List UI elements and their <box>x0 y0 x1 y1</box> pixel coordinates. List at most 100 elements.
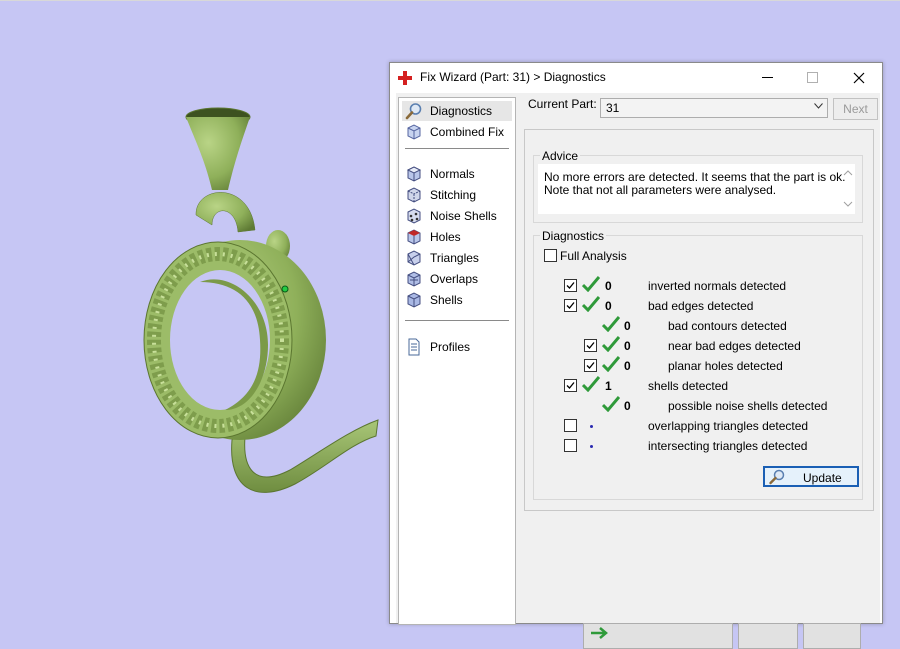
nav-item-label: Noise Shells <box>430 209 497 223</box>
close-dialog-button[interactable] <box>738 623 798 649</box>
bad-edges-checkbox[interactable] <box>564 299 577 312</box>
stitching-cube-icon <box>407 187 421 203</box>
next-button-label: Next <box>843 102 868 116</box>
row-label: shells detected <box>648 379 729 393</box>
full-analysis-label: Full Analysis <box>560 249 627 263</box>
holes-cube-icon <box>407 229 421 245</box>
wizard-nav: Diagnostics Combined Fix Normals Stitchi… <box>398 97 516 625</box>
nav-item-overlaps[interactable]: Overlaps <box>402 269 512 289</box>
row-label: planar holes detected <box>668 359 783 373</box>
green-check-icon <box>602 336 620 352</box>
overlaps-cube-icon <box>407 271 421 287</box>
advice-text: No more errors are detected. It seems th… <box>544 171 845 197</box>
green-check-icon <box>602 356 620 372</box>
nav-separator <box>405 320 509 321</box>
nav-item-profiles[interactable]: Profiles <box>402 337 512 357</box>
planar-holes-checkbox[interactable] <box>584 359 597 372</box>
row-count: 0 <box>605 279 612 293</box>
nav-item-noise-shells[interactable]: Noise Shells <box>402 206 512 226</box>
row-label: intersecting triangles detected <box>648 439 808 453</box>
row-count: 0 <box>624 319 631 333</box>
dialog-body: Diagnostics Combined Fix Normals Stitchi… <box>396 93 880 649</box>
maximize-button[interactable] <box>790 63 836 93</box>
triangles-cube-icon <box>407 250 421 266</box>
nav-item-label: Triangles <box>430 251 479 265</box>
nav-item-label: Normals <box>430 167 475 181</box>
close-icon <box>853 72 865 84</box>
dialog-title: Fix Wizard (Part: 31) > Diagnostics <box>420 70 606 84</box>
row-count: 0 <box>605 299 612 313</box>
advice-line1: No more errors are detected. It seems th… <box>544 170 846 184</box>
pending-dot-icon <box>590 445 593 448</box>
row-label: near bad edges detected <box>668 339 801 353</box>
nav-item-holes[interactable]: Holes <box>402 227 512 247</box>
green-check-icon <box>602 316 620 332</box>
advice-textbox[interactable]: No more errors are detected. It seems th… <box>538 164 855 214</box>
scroll-down-icon[interactable] <box>843 199 853 209</box>
maximize-icon <box>807 72 818 83</box>
normals-cube-icon <box>406 166 422 182</box>
nav-item-label: Overlaps <box>430 272 479 286</box>
row-label: inverted normals detected <box>648 279 787 293</box>
arrow-right-icon <box>591 627 608 639</box>
row-count: 1 <box>605 379 612 393</box>
green-check-icon <box>582 296 600 312</box>
red-cross-icon <box>398 71 412 85</box>
diagnostics-title: Diagnostics <box>540 229 607 243</box>
advice-line2: Note that not all parameters were analys… <box>544 183 777 197</box>
advice-group: Advice No more errors are detected. It s… <box>533 149 863 223</box>
help-button[interactable] <box>803 623 861 649</box>
update-button[interactable]: Update <box>763 466 859 487</box>
diagnostics-group: Diagnostics Full Analysis 0 inverted nor… <box>533 229 863 500</box>
shells-cube-icon <box>407 292 421 308</box>
document-icon <box>408 338 420 356</box>
minimize-icon <box>762 77 773 78</box>
nav-item-label: Shells <box>430 293 463 307</box>
minimize-button[interactable] <box>745 63 791 93</box>
next-button[interactable]: Next <box>833 98 878 120</box>
row-count: 0 <box>624 399 631 413</box>
follow-advice-button[interactable] <box>583 623 733 649</box>
row-label: possible noise shells detected <box>668 399 828 413</box>
near-bad-edges-checkbox[interactable] <box>584 339 597 352</box>
full-analysis-checkbox[interactable] <box>544 249 557 262</box>
pending-dot-icon <box>590 425 593 428</box>
nav-item-combined-fix[interactable]: Combined Fix <box>402 122 512 142</box>
green-check-icon <box>582 276 600 292</box>
cube-icon <box>407 124 421 140</box>
magnifier-icon <box>769 469 785 485</box>
row-label: overlapping triangles detected <box>648 419 809 433</box>
nav-item-label: Stitching <box>430 188 477 202</box>
nav-item-label: Combined Fix <box>430 125 505 139</box>
nav-item-diagnostics[interactable]: Diagnostics <box>402 101 512 121</box>
row-label: bad contours detected <box>668 319 787 333</box>
green-check-icon <box>582 376 600 392</box>
magnifier-icon <box>405 103 422 120</box>
current-part-label: Current Part: <box>528 97 597 111</box>
nav-item-label: Diagnostics <box>430 104 493 118</box>
chevron-down-icon <box>814 103 823 109</box>
nav-item-label: Holes <box>430 230 461 244</box>
pendant-3d-model[interactable] <box>0 0 390 601</box>
nav-item-triangles[interactable]: Triangles <box>402 248 512 268</box>
fix-wizard-dialog: Fix Wizard (Part: 31) > Diagnostics Diag… <box>389 62 883 649</box>
nav-item-shells[interactable]: Shells <box>402 290 512 310</box>
close-button[interactable] <box>836 63 882 93</box>
shells-checkbox[interactable] <box>564 379 577 392</box>
update-label: Update <box>803 471 842 485</box>
current-part-select[interactable]: 31 <box>600 98 828 118</box>
nav-separator <box>405 148 509 149</box>
advice-title: Advice <box>540 149 581 163</box>
noise-shells-cube-icon <box>407 208 421 224</box>
intersecting-triangles-checkbox[interactable] <box>564 439 577 452</box>
inverted-normals-checkbox[interactable] <box>564 279 577 292</box>
row-count: 0 <box>624 359 631 373</box>
row-count: 0 <box>624 339 631 353</box>
overlapping-triangles-checkbox[interactable] <box>564 419 577 432</box>
nav-item-normals[interactable]: Normals <box>402 164 512 184</box>
nav-item-stitching[interactable]: Stitching <box>402 185 512 205</box>
row-label: bad edges detected <box>648 299 754 313</box>
scroll-up-icon[interactable] <box>843 168 853 178</box>
green-check-icon <box>602 396 620 412</box>
dialog-titlebar[interactable]: Fix Wizard (Part: 31) > Diagnostics <box>390 63 882 93</box>
